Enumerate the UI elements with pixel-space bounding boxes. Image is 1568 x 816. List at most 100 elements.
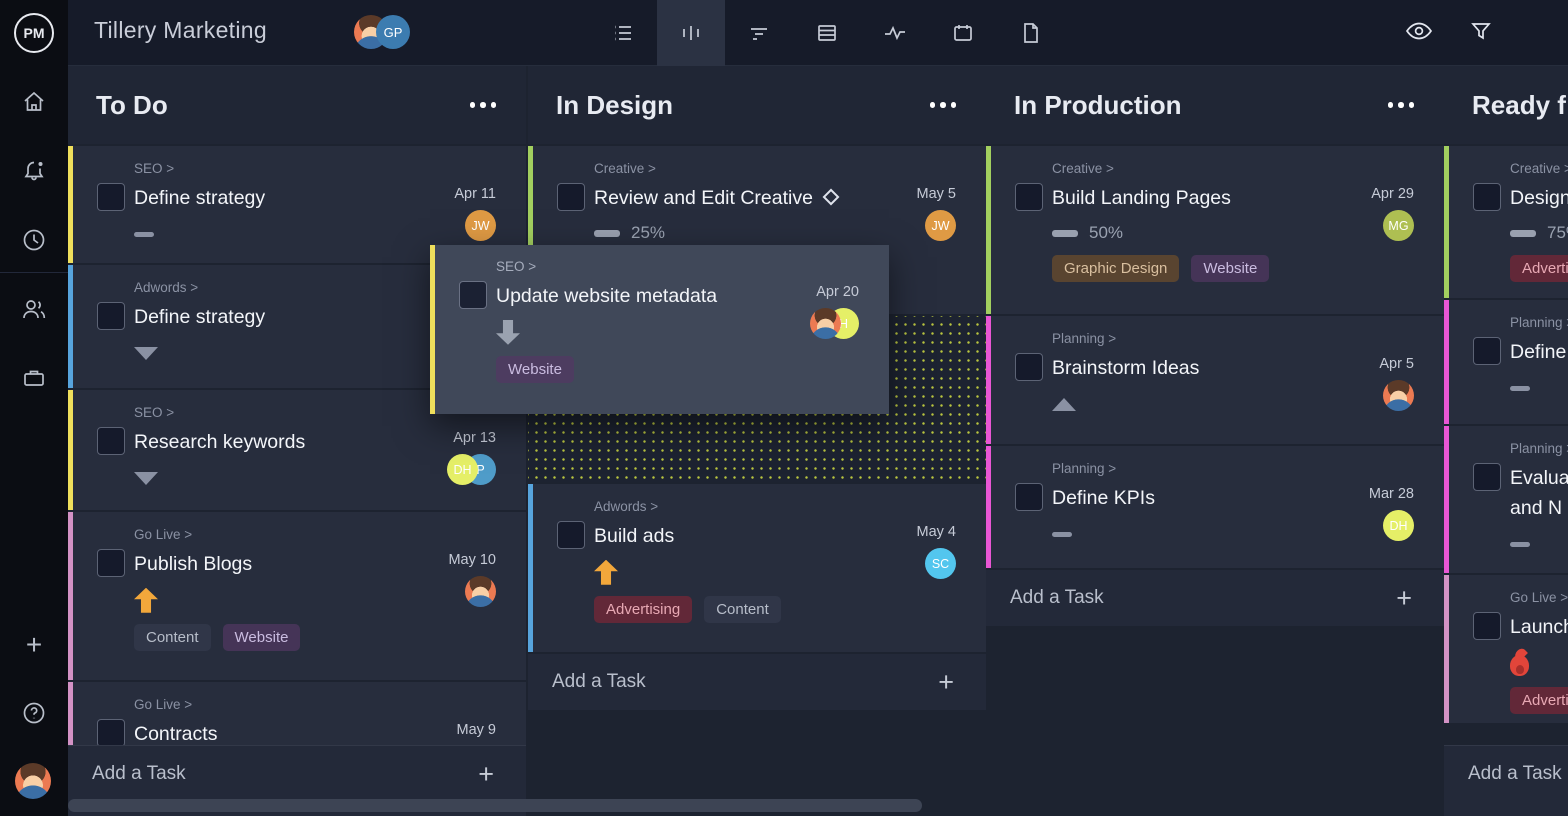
task-title[interactable]: Define <box>1510 337 1568 367</box>
tab-gantt-view[interactable] <box>725 0 793 66</box>
plus-icon[interactable]: + <box>1396 585 1412 612</box>
task-card[interactable]: Planning > Define <box>1444 300 1568 424</box>
task-group-breadcrumb[interactable]: Go Live > <box>134 527 448 542</box>
priority-icon <box>594 560 917 584</box>
task-title[interactable]: Update website metadata <box>496 281 810 311</box>
home-icon[interactable] <box>0 82 68 122</box>
user-avatar-image[interactable] <box>15 763 51 799</box>
project-members[interactable]: GP <box>354 15 410 49</box>
horizontal-scrollbar[interactable] <box>68 799 922 812</box>
task-title[interactable]: Review and Edit Creative <box>594 183 917 213</box>
tag: Advertising <box>594 596 692 623</box>
progress-indicator: 25% <box>594 223 917 243</box>
priority-icon <box>1510 376 1568 400</box>
add-plus-icon[interactable]: + <box>0 625 68 665</box>
task-group-breadcrumb[interactable]: SEO > <box>134 405 447 420</box>
briefcase-icon[interactable] <box>0 358 68 398</box>
task-checkbox[interactable] <box>1473 337 1501 365</box>
task-card[interactable]: Adwords > Build ads Advertising Content … <box>528 484 986 652</box>
member-avatar[interactable]: GP <box>376 15 410 49</box>
add-task-button[interactable]: Add a Task + <box>68 746 526 802</box>
task-checkbox[interactable] <box>1015 483 1043 511</box>
notifications-bell-icon[interactable] <box>0 151 68 191</box>
task-title[interactable]: Define KPIs <box>1052 483 1369 513</box>
tab-list-view[interactable] <box>589 0 657 66</box>
task-card[interactable]: Planning > Evalua and N <box>1444 426 1568 573</box>
task-group-breadcrumb[interactable]: Creative > <box>594 161 917 176</box>
tab-docs-view[interactable] <box>997 0 1065 66</box>
task-title[interactable]: Research keywords <box>134 427 447 457</box>
plus-icon[interactable]: + <box>478 761 494 788</box>
task-title[interactable]: Evalua and N <box>1510 463 1568 523</box>
task-checkbox[interactable] <box>1473 612 1501 640</box>
task-group-breadcrumb[interactable]: Planning > <box>1052 331 1379 346</box>
task-group-breadcrumb[interactable]: Planning > <box>1510 441 1568 456</box>
tab-sheet-view[interactable] <box>793 0 861 66</box>
dragged-task-card[interactable]: SEO > Update website metadata Website Ap… <box>430 245 889 414</box>
visibility-eye-icon[interactable] <box>1405 19 1433 48</box>
task-checkbox[interactable] <box>1473 463 1501 491</box>
clock-icon[interactable] <box>0 220 68 260</box>
task-card[interactable]: Creative > Build Landing Pages 50% Graph… <box>986 146 1444 314</box>
due-date: May 5 <box>917 186 957 202</box>
task-group-breadcrumb[interactable]: Adwords > <box>594 499 917 514</box>
tag-list: Graphic Design Website <box>1052 255 1371 282</box>
task-group-breadcrumb[interactable]: Planning > <box>1510 315 1568 330</box>
task-title[interactable]: Define strategy <box>134 183 454 213</box>
column-menu-icon[interactable] <box>930 96 957 114</box>
task-checkbox[interactable] <box>557 521 585 549</box>
add-task-button[interactable]: Add a Task + <box>986 570 1444 626</box>
task-checkbox[interactable] <box>97 427 125 455</box>
help-question-icon[interactable] <box>0 693 68 733</box>
app-logo[interactable]: PM <box>0 0 68 66</box>
column-header: Ready f <box>1444 66 1568 144</box>
plus-icon[interactable]: + <box>938 669 954 696</box>
add-task-button[interactable]: Add a Task <box>1444 746 1568 802</box>
task-group-breadcrumb[interactable]: Planning > <box>1052 461 1369 476</box>
task-title[interactable]: Brainstorm Ideas <box>1052 353 1379 383</box>
filter-funnel-icon[interactable] <box>1469 19 1493 48</box>
task-group-breadcrumb[interactable]: SEO > <box>134 161 454 176</box>
task-title[interactable]: Build ads <box>594 521 917 551</box>
column-menu-icon[interactable] <box>470 96 497 114</box>
task-checkbox[interactable] <box>97 549 125 577</box>
task-card[interactable]: Planning > Brainstorm Ideas Apr 5 <box>986 316 1444 444</box>
tab-activity-view[interactable] <box>861 0 929 66</box>
column-menu-icon[interactable] <box>1388 96 1415 114</box>
task-checkbox[interactable] <box>1015 353 1043 381</box>
column-in-design: In Design Creative > Review and Edit Cre… <box>528 66 986 816</box>
tab-calendar-view[interactable] <box>929 0 997 66</box>
task-checkbox[interactable] <box>459 281 487 309</box>
task-checkbox[interactable] <box>97 719 125 747</box>
team-people-icon[interactable] <box>0 290 68 330</box>
task-card[interactable]: Planning > Define KPIs Mar 28 DH <box>986 446 1444 568</box>
task-group-breadcrumb[interactable]: Go Live > <box>1510 590 1568 605</box>
priority-icon <box>496 320 810 344</box>
task-checkbox[interactable] <box>1015 183 1043 211</box>
task-checkbox[interactable] <box>97 302 125 330</box>
task-checkbox[interactable] <box>97 183 125 211</box>
task-card[interactable]: Go Live > Launch Advertising <box>1444 575 1568 723</box>
task-title[interactable]: Launch <box>1510 612 1568 642</box>
assignee-avatar: DH <box>1383 510 1414 541</box>
user-avatar[interactable] <box>15 763 51 799</box>
task-title[interactable]: Publish Blogs <box>134 549 448 579</box>
progress-dash-icon <box>1510 230 1536 237</box>
add-task-label: Add a Task <box>1010 587 1104 609</box>
tag: Website <box>1191 255 1269 282</box>
task-checkbox[interactable] <box>557 183 585 211</box>
column-header: In Design <box>528 66 986 144</box>
task-group-breadcrumb[interactable]: SEO > <box>496 259 810 274</box>
task-card[interactable]: Go Live > Publish Blogs Content Website … <box>68 512 526 680</box>
tab-board-view[interactable] <box>657 0 725 66</box>
task-group-breadcrumb[interactable]: Creative > <box>1510 161 1568 176</box>
task-title[interactable]: Design <box>1510 183 1568 213</box>
add-task-button[interactable]: Add a Task + <box>528 654 986 710</box>
task-checkbox[interactable] <box>1473 183 1501 211</box>
task-group-breadcrumb[interactable]: Go Live > <box>134 697 457 712</box>
task-group-breadcrumb[interactable]: Creative > <box>1052 161 1371 176</box>
task-title[interactable]: Build Landing Pages <box>1052 183 1371 213</box>
task-card[interactable]: Creative > Design 75% Advertising <box>1444 146 1568 298</box>
column-title: To Do <box>96 90 168 121</box>
tag: Advertising <box>1510 687 1568 714</box>
